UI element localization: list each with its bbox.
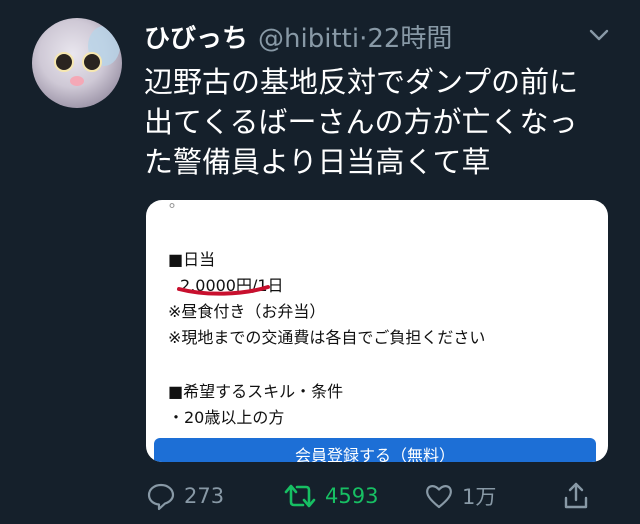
chevron-down-icon[interactable]: [588, 24, 610, 46]
like-button[interactable]: 1万: [424, 478, 496, 514]
tweet-timestamp[interactable]: 22時間: [367, 18, 452, 55]
heart-icon: [426, 485, 452, 509]
register-button[interactable]: 会員登録する（無料）: [154, 438, 596, 462]
display-name[interactable]: ひびっち: [144, 18, 248, 55]
stray-mark: °: [168, 200, 176, 219]
share-button[interactable]: [562, 478, 590, 514]
separator-dot: ·: [359, 24, 368, 54]
tweet-text: 辺野古の基地反対でダンプの前に 出てくるばーさんの方が亡くなっ た警備員より日当…: [144, 65, 579, 179]
user-handle[interactable]: @hibitti: [258, 24, 359, 54]
attached-image[interactable]: ° ■日当 2,0000円/1日 ※昼食付き（お弁当） ※現地までの交通費は各自…: [146, 200, 608, 462]
retweet-count: 4593: [325, 484, 379, 508]
reply-button[interactable]: 273: [146, 478, 224, 514]
transport-note: ※現地までの交通費は各自でご負担ください: [168, 328, 486, 347]
tweet-header: ひびっち @hibitti · 22時間: [144, 18, 452, 55]
avatar[interactable]: [32, 18, 122, 108]
action-bar: 273 4593 1万: [0, 478, 640, 518]
lunch-note: ※昼食付き（お弁当）: [168, 302, 326, 321]
red-underline-mark: [177, 285, 270, 296]
tweet: ひびっち @hibitti · 22時間 辺野古の基地反対でダンプの前に 出てく…: [0, 0, 640, 524]
age-requirement: ・20歳以上の方: [168, 408, 285, 427]
section-skills: ■希望するスキル・条件: [168, 382, 344, 401]
avatar-left-eye: [54, 52, 74, 72]
reply-count: 273: [184, 484, 225, 508]
like-count: 1万: [462, 485, 497, 509]
retweet-icon: [284, 484, 316, 508]
avatar-right-eye: [82, 52, 102, 72]
reply-icon: [147, 483, 175, 511]
share-icon: [564, 482, 588, 509]
section-daily-wage: ■日当: [168, 250, 216, 269]
retweet-button[interactable]: 4593: [283, 478, 378, 514]
avatar-beak: [70, 76, 84, 86]
